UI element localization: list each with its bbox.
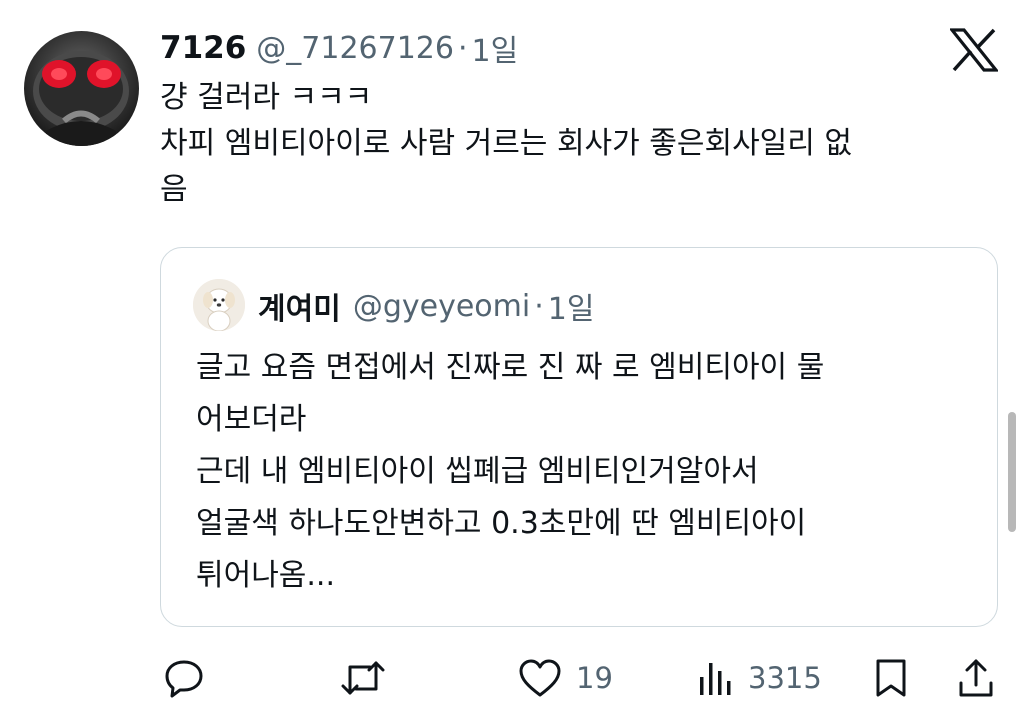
author-avatar[interactable] bbox=[24, 31, 139, 146]
puppy-avatar-image bbox=[193, 279, 245, 331]
quoted-text-line: 어보더라 bbox=[196, 402, 307, 437]
retweet-button[interactable] bbox=[340, 650, 386, 706]
alien-avatar-image bbox=[33, 51, 129, 146]
tweet-action-bar: 19 3315 bbox=[0, 650, 1024, 706]
quoted-text-line: 튀어나옴... bbox=[196, 558, 336, 593]
bookmark-button[interactable] bbox=[873, 650, 909, 706]
tweet-text-line: 차피 엠비티아이로 사람 거르는 회사가 좋은회사일리 없 bbox=[160, 126, 853, 161]
reply-icon bbox=[165, 660, 203, 698]
tweet-text-line: 음 bbox=[160, 172, 188, 207]
retweet-icon bbox=[341, 661, 385, 695]
scrollbar-thumb[interactable] bbox=[1008, 412, 1016, 532]
quoted-text-line: 글고 요즘 면접에서 진짜로 진 짜 로 엠비티아이 물 bbox=[196, 350, 825, 385]
quoted-tweet-timestamp: 1일 bbox=[547, 292, 595, 327]
heart-icon bbox=[519, 659, 561, 697]
share-button[interactable] bbox=[957, 650, 995, 706]
author-display-name[interactable]: 7126 bbox=[160, 30, 246, 66]
tweet: 7126 @_71267126 · 1일 걍 걸러라 ㅋㅋㅋ 차피 엠비티아이로… bbox=[0, 0, 1024, 722]
bookmark-icon bbox=[876, 659, 906, 697]
author-handle[interactable]: @_71267126 bbox=[256, 31, 454, 66]
quoted-tweet-card[interactable]: 계여미 @gyeyeomi · 1일 글고 요즘 면접에서 진짜로 진 짜 로 … bbox=[160, 247, 998, 627]
views-icon bbox=[700, 663, 731, 695]
tweet-text-line: 걍 걸러라 ㅋㅋㅋ bbox=[160, 80, 373, 115]
share-icon bbox=[959, 659, 993, 697]
views-button[interactable]: 3315 bbox=[698, 650, 822, 706]
tweet-header: 7126 @_71267126 · 1일 bbox=[160, 26, 518, 70]
quoted-author-avatar bbox=[193, 279, 245, 331]
tweet-text: 걍 걸러라 ㅋㅋㅋ 차피 엠비티아이로 사람 거르는 회사가 좋은회사일리 없 … bbox=[160, 75, 1000, 213]
like-count: 19 bbox=[576, 661, 613, 695]
quoted-text-line: 근데 내 엠비티아이 씹폐급 엠비티인거알아서 bbox=[196, 454, 759, 489]
quoted-text-line: 얼굴색 하나도안변하고 0.3초만에 딴 엠비티아이 bbox=[196, 506, 807, 541]
quoted-tweet-text: 글고 요즘 면접에서 진짜로 진 짜 로 엠비티아이 물 어보더라 근데 내 엠… bbox=[196, 342, 976, 602]
tweet-timestamp[interactable]: 1일 bbox=[472, 26, 519, 70]
like-button[interactable]: 19 bbox=[518, 650, 613, 706]
separator-dot: · bbox=[457, 30, 468, 66]
x-logo-icon bbox=[948, 28, 1000, 72]
quoted-author-display-name: 계여미 bbox=[258, 292, 341, 327]
separator-dot: · bbox=[534, 288, 544, 324]
quoted-tweet-header: 계여미 @gyeyeomi · 1일 bbox=[258, 284, 594, 328]
reply-button[interactable] bbox=[163, 650, 205, 706]
quoted-author-handle: @gyeyeomi bbox=[352, 288, 531, 324]
views-count: 3315 bbox=[748, 661, 822, 695]
